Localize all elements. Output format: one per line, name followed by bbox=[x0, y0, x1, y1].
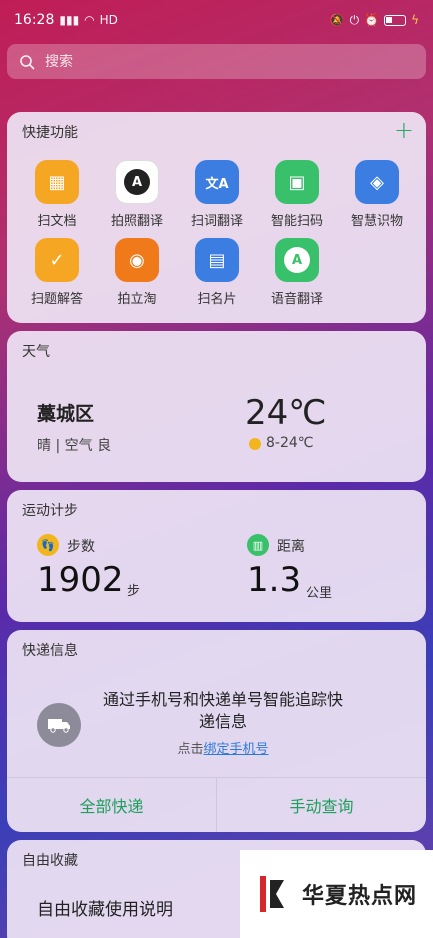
quick-item-voice-translate[interactable]: A 语音翻译 bbox=[257, 238, 337, 307]
search-input[interactable] bbox=[45, 53, 345, 70]
weather-card[interactable]: 天气 藁城区 晴 | 空气 良 24℃ 8-24℃ bbox=[7, 331, 426, 482]
status-time: 16:28 bbox=[14, 12, 55, 28]
distance-icon: ▥ bbox=[247, 534, 269, 556]
truck-icon bbox=[37, 703, 81, 747]
sun-icon bbox=[249, 438, 261, 450]
search-icon bbox=[20, 54, 35, 70]
steps-label: 步数 bbox=[67, 539, 95, 555]
qr-scan-icon: ▣ bbox=[275, 160, 319, 204]
camera-shop-icon: ◉ bbox=[115, 238, 159, 282]
alarm-icon: ⏰ bbox=[364, 13, 380, 27]
quick-item-question-answer[interactable]: ✓ 扫题解答 bbox=[17, 238, 97, 307]
photo-translate-icon: A bbox=[115, 160, 159, 204]
footprint-icon: 👣 bbox=[37, 534, 59, 556]
distance-value: 1.3 bbox=[247, 560, 302, 600]
favorites-guide-item[interactable]: 自由收藏使用说明 bbox=[37, 895, 173, 920]
word-translate-icon: 文A bbox=[195, 160, 239, 204]
watermark-text: 华夏热点网 bbox=[302, 884, 418, 909]
quick-item-label: 拍照翻译 bbox=[110, 214, 163, 229]
distance-label: 距离 bbox=[277, 539, 305, 555]
quick-item-label: 拍立淘 bbox=[117, 292, 157, 307]
weather-range: 8-24℃ bbox=[266, 435, 314, 451]
scan-document-icon: ▦ bbox=[35, 160, 79, 204]
weather-temperature: 24℃ bbox=[245, 393, 327, 433]
bind-prefix: 点击 bbox=[177, 742, 204, 757]
object-recognition-icon: ◈ bbox=[355, 160, 399, 204]
express-card: 快递信息 通过手机号和快递单号智能追踪快递信息 点击绑定手机号 全部快递 手动查… bbox=[7, 630, 426, 832]
quick-item-object-recognition[interactable]: ◈ 智慧识物 bbox=[337, 160, 417, 229]
quick-item-business-card[interactable]: ▤ 扫名片 bbox=[177, 238, 257, 307]
quick-item-label: 智能扫码 bbox=[270, 214, 323, 229]
mute-icon: 🔕 bbox=[329, 13, 345, 27]
quick-item-label: 智慧识物 bbox=[350, 214, 403, 229]
search-bar[interactable] bbox=[7, 44, 426, 79]
status-bar: 16:28 ▮▮▮ ◠ HD 🔕 ⏻ ⏰ ϟ bbox=[0, 0, 433, 40]
steps-value: 1902 bbox=[37, 560, 124, 600]
quick-title: 快捷功能 bbox=[22, 125, 78, 141]
add-button[interactable]: + bbox=[394, 116, 414, 144]
express-message: 通过手机号和快递单号智能追踪快递信息 bbox=[103, 690, 344, 731]
quick-item-label: 扫名片 bbox=[197, 292, 237, 307]
quick-item-label: 语音翻译 bbox=[270, 292, 323, 307]
business-card-icon: ▤ bbox=[195, 238, 239, 282]
wifi-icon: ◠ bbox=[84, 13, 95, 27]
voice-translate-icon: A bbox=[275, 238, 319, 282]
battery-icon bbox=[384, 14, 407, 26]
quick-functions-card: 快捷功能 + ▦ 扫文档 A 拍照翻译 文A 扫词翻译 ▣ 智能扫码 ◈ 智慧识… bbox=[7, 112, 426, 323]
manual-query-button[interactable]: 手动查询 bbox=[217, 778, 426, 832]
quick-item-label: 扫文档 bbox=[37, 214, 77, 229]
quick-item-label: 扫题解答 bbox=[30, 292, 83, 307]
quick-item-label: 扫词翻译 bbox=[190, 214, 243, 229]
express-actions: 全部快递 手动查询 bbox=[7, 777, 426, 832]
express-title: 快递信息 bbox=[22, 643, 78, 659]
quick-item-camera-shop[interactable]: ◉ 拍立淘 bbox=[97, 238, 177, 307]
quick-item-scan-document[interactable]: ▦ 扫文档 bbox=[17, 160, 97, 229]
vibrate-icon: ⏻ bbox=[349, 12, 360, 27]
charging-icon: ϟ bbox=[411, 13, 419, 27]
weather-city: 藁城区 bbox=[37, 403, 95, 425]
weather-title: 天气 bbox=[22, 344, 50, 360]
quick-item-qr-scan[interactable]: ▣ 智能扫码 bbox=[257, 160, 337, 229]
favorites-title: 自由收藏 bbox=[22, 853, 78, 869]
all-express-button[interactable]: 全部快递 bbox=[7, 778, 217, 832]
distance-unit: 公里 bbox=[306, 586, 333, 601]
site-logo bbox=[260, 876, 284, 912]
signal-icon: ▮▮▮ bbox=[59, 13, 80, 27]
question-answer-icon: ✓ bbox=[35, 238, 79, 282]
steps-unit: 步 bbox=[127, 584, 141, 599]
bind-phone-hint: 点击绑定手机号 bbox=[103, 738, 343, 757]
weather-description: 晴 | 空气 良 bbox=[37, 438, 112, 454]
steps-title: 运动计步 bbox=[22, 503, 78, 519]
site-watermark: 华夏热点网 bbox=[240, 850, 433, 938]
quick-item-word-translate[interactable]: 文A 扫词翻译 bbox=[177, 160, 257, 229]
bind-phone-link[interactable]: 绑定手机号 bbox=[204, 742, 269, 757]
quick-item-photo-translate[interactable]: A 拍照翻译 bbox=[97, 160, 177, 229]
hd-label: HD bbox=[99, 13, 118, 27]
step-counter-card[interactable]: 运动计步 👣 步数 1902 步 ▥ 距离 1.3 公里 bbox=[7, 490, 426, 622]
